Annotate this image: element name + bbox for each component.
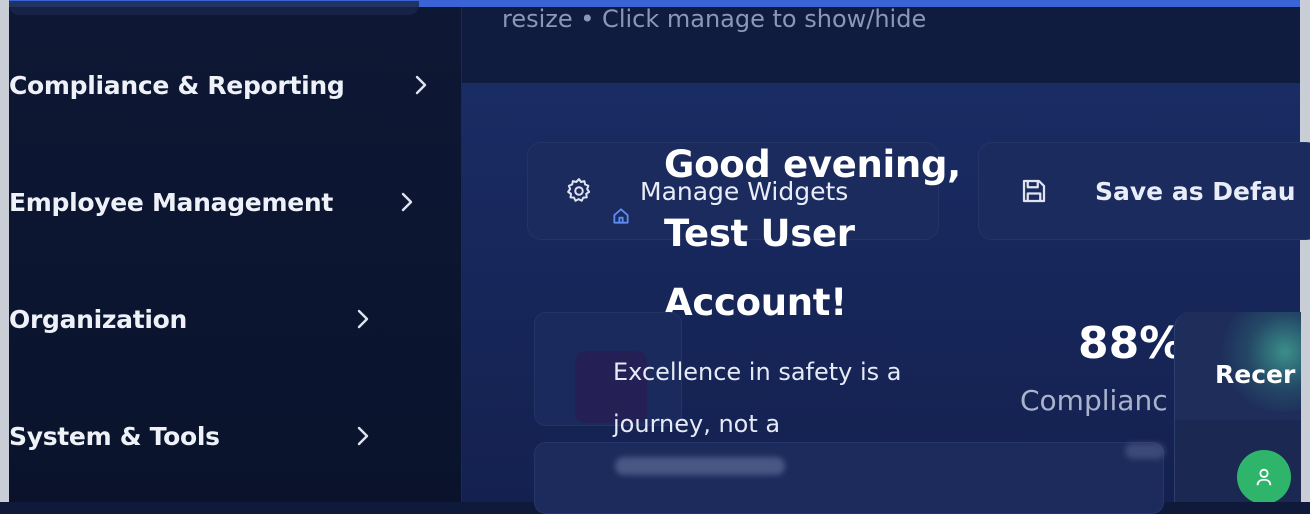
loading-placeholder [615, 457, 785, 475]
sidebar: Compliance & Reporting Employee Manageme… [9, 1, 462, 502]
compliance-stat-label: Complianc [1020, 384, 1168, 417]
window-frame-right [1300, 0, 1310, 502]
sidebar-item-employee-management[interactable]: Employee Management [9, 182, 439, 222]
sidebar-item-system-tools[interactable]: System & Tools [9, 416, 439, 456]
recent-panel-title: Recer [1215, 360, 1296, 389]
home-icon [611, 206, 631, 226]
avatar [1237, 450, 1291, 502]
save-icon [1019, 176, 1049, 206]
sidebar-item-label: Organization [9, 304, 188, 334]
window-frame-left [0, 0, 9, 502]
chevron-right-icon [351, 307, 375, 331]
sidebar-item-partial[interactable] [9, 1, 419, 15]
user-icon [1256, 468, 1272, 486]
chevron-right-icon [395, 190, 419, 214]
list-item[interactable] [1175, 420, 1301, 502]
chevron-right-icon [351, 424, 375, 448]
sidebar-item-label: Employee Management [9, 187, 333, 217]
loading-placeholder [1125, 443, 1165, 459]
motivational-quote: Excellence in safety is a journey, not a [613, 358, 902, 438]
welcome-greeting: Good evening, Test User Account! [664, 143, 961, 324]
save-as-default-label: Save as Defau [1095, 176, 1296, 206]
save-as-default-button[interactable]: Save as Defau [978, 142, 1310, 240]
widget-card [534, 442, 1165, 514]
sidebar-item-label: Compliance & Reporting [9, 70, 345, 100]
layout-hint-text: resize • Click manage to show/hide [502, 7, 927, 33]
page-header: resize • Click manage to show/hide [462, 7, 1300, 83]
compliance-stat-value: 88% [1078, 318, 1184, 369]
sidebar-item-label: System & Tools [9, 421, 220, 451]
recent-activity-panel: Recer [1174, 312, 1301, 502]
sidebar-item-organization[interactable]: Organization [9, 299, 439, 339]
chevron-right-icon [409, 73, 433, 97]
sidebar-item-compliance-reporting[interactable]: Compliance & Reporting [9, 65, 439, 105]
gear-icon [564, 176, 594, 206]
